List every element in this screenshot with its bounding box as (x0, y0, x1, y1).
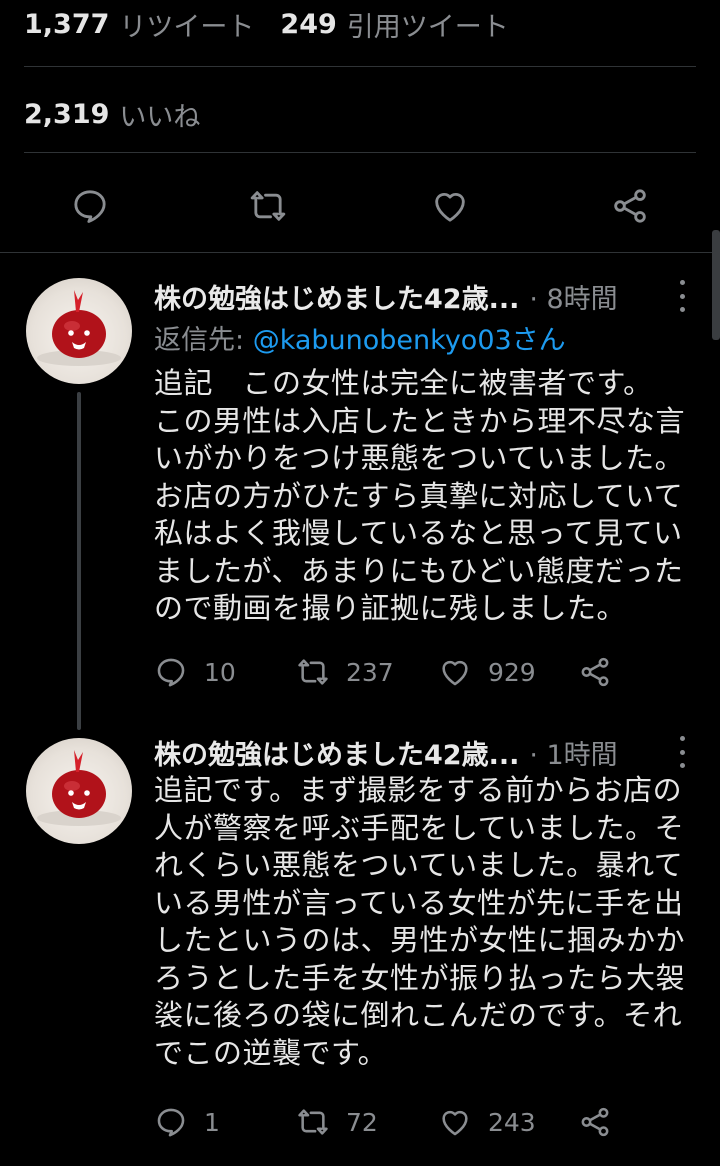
reply-button[interactable]: 10 (154, 652, 236, 692)
reply-to-handle[interactable]: @kabunobenkyo03さん (253, 325, 566, 356)
reply-button[interactable] (68, 180, 112, 232)
retweet-button[interactable]: 72 (296, 1102, 378, 1142)
like-icon (442, 660, 468, 686)
tweet-text-line: ましたが、あまりにもひどい態度だった (154, 553, 684, 588)
reply-to-label: 返信先: (154, 325, 245, 356)
share-button[interactable] (578, 652, 612, 692)
quotes-label[interactable]: 引用ツイート (347, 5, 509, 44)
likes-count[interactable]: 2,319 (24, 99, 109, 130)
like-count: 243 (488, 1107, 536, 1137)
scrollbar-thumb[interactable] (712, 230, 720, 340)
retweets-label[interactable]: リツイート (119, 5, 254, 44)
tweet-detail-page: 1,377 リツイート 249 引用ツイート 2,319 いいね 株の勉強はじめ… (0, 0, 720, 1166)
retweets-count[interactable]: 1,377 (24, 9, 109, 40)
tweet-text-line: お店の方がひたすら真摯に対応していて (154, 478, 684, 513)
thread-connector-line (77, 392, 81, 730)
reply-count: 1 (204, 1107, 220, 1137)
tweet-text-line: でこの逆襲です。 (154, 1035, 388, 1070)
tweet-header: 株の勉強はじめました42歳... · 1時間 (154, 732, 700, 772)
tweet-text-line: 追記です。まず撮影をする前からお店の (154, 773, 683, 807)
tweet-text-line: いがかりをつけ悪態をついていました。 (154, 441, 685, 475)
like-button[interactable] (428, 180, 472, 232)
retweet-icon (298, 1109, 328, 1135)
likes-label[interactable]: いいね (119, 95, 200, 134)
share-icon (581, 1107, 609, 1137)
like-icon (442, 1110, 468, 1136)
divider (24, 152, 696, 153)
tweet-text-line: いる男性が言っている女性が先に手を出 (154, 885, 684, 920)
share-icon (581, 657, 609, 687)
avatar-image (37, 750, 121, 826)
retweet-icon (298, 659, 328, 685)
retweet-count: 237 (346, 657, 394, 687)
avatar[interactable] (26, 738, 132, 844)
avatar[interactable] (26, 278, 132, 384)
author-name[interactable]: 株の勉強はじめました42歳... (154, 733, 519, 772)
stats-row-retweets: 1,377 リツイート 249 引用ツイート (24, 4, 696, 44)
tweet-text: 追記です。まず撮影をする前からお店の 人が警察を呼ぶ手配をしていました。そ れく… (154, 772, 699, 1072)
author-name[interactable]: 株の勉強はじめました42歳... (154, 277, 519, 316)
retweet-icon (250, 191, 286, 221)
divider (0, 252, 720, 253)
tweet-text-line: 追記 この女性は完全に被害者です。 (154, 366, 653, 400)
share-icon (614, 189, 646, 223)
reply-to-line: 返信先: @kabunobenkyo03さん (154, 318, 566, 356)
like-count: 929 (488, 657, 536, 687)
retweet-count: 72 (346, 1107, 378, 1137)
like-button[interactable]: 243 (438, 1102, 536, 1142)
stats-row-likes: 2,319 いいね (24, 94, 696, 134)
tweet-text: 追記 この女性は完全に被害者です。 この男性は入店したときから理不尽な言 いがか… (154, 365, 699, 628)
like-icon (435, 192, 465, 222)
tweet-time[interactable]: · 8時間 (529, 277, 617, 316)
quotes-count[interactable]: 249 (280, 9, 336, 40)
retweet-button[interactable]: 237 (296, 652, 394, 692)
tweet-text-line: ので動画を撮り証拠に残しました。 (154, 591, 627, 625)
tweet-text-line: したというのは、男性が女性に掴みかか (154, 923, 686, 957)
avatar-image (37, 290, 121, 366)
reply-icon (157, 1108, 185, 1137)
more-options-icon[interactable] (672, 280, 692, 312)
reply-icon (74, 190, 106, 223)
share-button[interactable] (608, 180, 652, 232)
reply-button[interactable]: 1 (154, 1102, 220, 1142)
tweet-text-line: この男性は入店したときから理不尽な言 (154, 403, 686, 438)
reply-count: 10 (204, 657, 236, 687)
tweet-text-line: 人が警察を呼ぶ手配をしていました。そ (154, 810, 685, 845)
tweet-text-line: ろうとした手を女性が振り払ったら大袈 (154, 960, 686, 995)
tweet-time[interactable]: · 1時間 (529, 733, 617, 772)
reply-icon (157, 658, 185, 687)
more-options-icon[interactable] (672, 736, 692, 768)
main-tweet-action-bar (0, 180, 720, 232)
tweet-header: 株の勉強はじめました42歳... · 8時間 (154, 276, 700, 316)
tweet-text-line: れくらい悪態をついていました。暴れて (154, 848, 684, 882)
like-button[interactable]: 929 (438, 652, 536, 692)
retweet-button[interactable] (246, 180, 290, 232)
share-button[interactable] (578, 1102, 612, 1142)
divider (24, 66, 696, 67)
tweet-text-line: 裟に後ろの袋に倒れこんだのです。それ (154, 998, 683, 1032)
tweet-text-line: 私はよく我慢しているなと思って見てい (154, 516, 683, 550)
